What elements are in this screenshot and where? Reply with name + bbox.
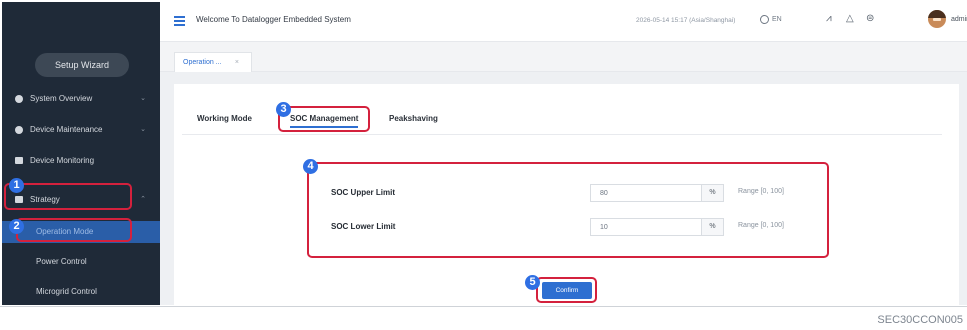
tab-peakshaving[interactable]: Peakshaving bbox=[389, 114, 438, 123]
sidebar: Setup Wizard System Overview ⌄ Device Ma… bbox=[2, 2, 160, 305]
pie-chart-icon bbox=[15, 95, 23, 103]
sidebar-item-label: Device Maintenance bbox=[30, 125, 103, 134]
page-tab-operation[interactable]: Operation ... × bbox=[174, 52, 252, 72]
step-badge-4: 4 bbox=[303, 159, 318, 174]
setup-wizard-button[interactable]: Setup Wizard bbox=[35, 53, 129, 77]
sidebar-item-label: Microgrid Control bbox=[36, 287, 97, 296]
divider bbox=[0, 306, 967, 307]
step-badge-3: 3 bbox=[276, 102, 291, 117]
alert-icon[interactable]: △ bbox=[846, 13, 854, 24]
soc-lower-limit-input[interactable] bbox=[590, 218, 702, 236]
datetime-display: 2026-05-14 15:17 (Asia/Shanghai) bbox=[636, 17, 736, 24]
tab-divider bbox=[182, 134, 942, 135]
active-tab-indicator bbox=[290, 126, 358, 128]
tab-working-mode[interactable]: Working Mode bbox=[197, 114, 252, 123]
top-bar: Welcome To Datalogger Embedded System 20… bbox=[160, 2, 967, 42]
sidebar-subitem-microgrid-control[interactable]: Microgrid Control bbox=[2, 281, 160, 303]
page-tab-strip: Operation ... × bbox=[160, 42, 967, 72]
user-menu[interactable]: admin bbox=[951, 16, 967, 23]
sidebar-subitem-operation-mode[interactable]: Operation Mode bbox=[2, 221, 160, 243]
soc-upper-limit-label: SOC Upper Limit bbox=[331, 188, 396, 197]
confirm-button[interactable]: Confirm bbox=[542, 282, 592, 299]
sidebar-item-device-monitoring[interactable]: Device Monitoring bbox=[2, 150, 160, 172]
step-badge-5: 5 bbox=[525, 275, 540, 290]
percent-unit: % bbox=[702, 218, 724, 236]
document-code: SEC30CCON005 bbox=[877, 314, 963, 326]
step-badge-1: 1 bbox=[9, 178, 24, 193]
sidebar-subitem-power-control[interactable]: Power Control bbox=[2, 251, 160, 273]
sidebar-item-label: Strategy bbox=[30, 195, 60, 204]
range-hint: Range [0, 100] bbox=[738, 188, 784, 195]
chart-icon[interactable]: ⩘ bbox=[826, 13, 832, 24]
sidebar-item-system-overview[interactable]: System Overview ⌄ bbox=[2, 88, 160, 110]
step-badge-2: 2 bbox=[9, 219, 24, 234]
chevron-down-icon: ⌄ bbox=[140, 126, 146, 133]
range-hint: Range [0, 100] bbox=[738, 222, 784, 229]
page-tab-label: Operation ... bbox=[183, 59, 222, 66]
strategy-icon bbox=[15, 196, 23, 203]
chevron-down-icon: ⌄ bbox=[140, 95, 146, 102]
close-icon[interactable]: × bbox=[235, 53, 239, 73]
globe-icon[interactable] bbox=[760, 15, 769, 24]
settings-circle-icon[interactable]: ⊜ bbox=[866, 13, 874, 24]
sidebar-item-label: Operation Mode bbox=[36, 227, 94, 236]
soc-upper-limit-input[interactable] bbox=[590, 184, 702, 202]
language-selector[interactable]: EN bbox=[772, 16, 782, 23]
chevron-up-icon: ⌃ bbox=[140, 196, 146, 203]
tab-soc-management[interactable]: SOC Management bbox=[290, 114, 358, 123]
sidebar-item-strategy[interactable]: Strategy ⌃ bbox=[2, 189, 160, 211]
sidebar-item-label: System Overview bbox=[30, 94, 93, 103]
gear-icon bbox=[15, 126, 23, 134]
percent-unit: % bbox=[702, 184, 724, 202]
sidebar-item-device-maintenance[interactable]: Device Maintenance ⌄ bbox=[2, 119, 160, 141]
screenshot-frame: Setup Wizard System Overview ⌄ Device Ma… bbox=[0, 0, 967, 330]
sidebar-item-label: Power Control bbox=[36, 257, 87, 266]
soc-lower-limit-label: SOC Lower Limit bbox=[331, 222, 396, 231]
sidebar-item-label: Device Monitoring bbox=[30, 156, 95, 165]
menu-icon[interactable] bbox=[174, 16, 185, 26]
monitor-icon bbox=[15, 157, 23, 164]
avatar[interactable] bbox=[928, 10, 946, 28]
app-title: Welcome To Datalogger Embedded System bbox=[196, 15, 351, 24]
